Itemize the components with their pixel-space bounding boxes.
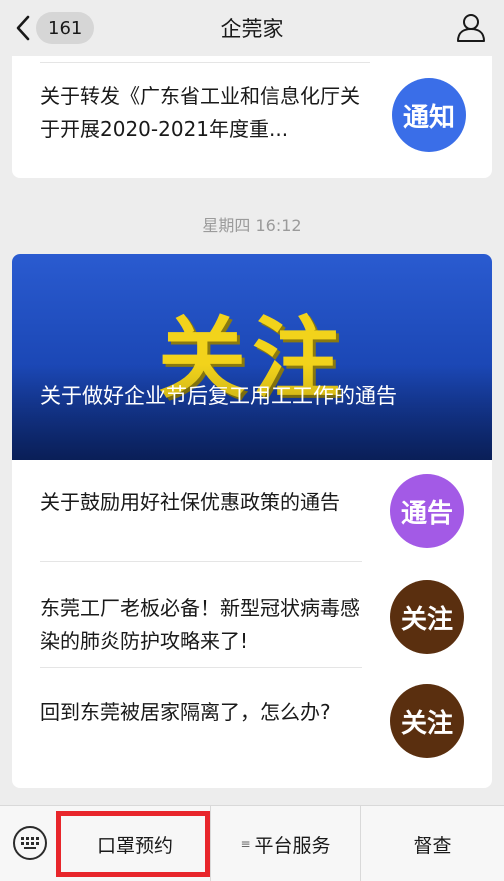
keyboard-toggle-button[interactable] xyxy=(13,826,47,860)
menu-label: 督查 xyxy=(413,834,452,857)
back-button[interactable]: 161 xyxy=(14,12,95,44)
article-title[interactable]: 东莞工厂老板必备！新型冠状病毒感染的肺炎防护攻略来了! xyxy=(40,592,360,658)
list-item[interactable]: 回到东莞被居家隔离了，怎么办? 关注 xyxy=(12,670,492,772)
article-title[interactable]: 回到东莞被居家隔离了，怎么办? xyxy=(40,696,360,729)
article-title[interactable]: 关于鼓励用好社保优惠政策的通告 xyxy=(40,486,360,519)
menu-platform-services[interactable]: ≡ 平台服务 xyxy=(210,806,360,881)
menu-supervision[interactable]: 督查 xyxy=(360,806,504,881)
cover-headline[interactable]: 关于做好企业节后复工用工工作的通告 xyxy=(40,378,480,414)
cover-banner[interactable]: 关注 关于做好企业节后复工用工工作的通告 xyxy=(12,254,492,460)
article-title[interactable]: 关于转发《广东省工业和信息化厅关于开展2020-2021年度重... xyxy=(40,80,362,148)
nav-header: 161 企莞家 xyxy=(0,0,504,56)
keyboard-icon xyxy=(21,837,39,849)
submenu-icon: ≡ xyxy=(240,837,251,851)
page-title: 企莞家 xyxy=(220,17,284,41)
divider xyxy=(40,62,370,63)
article-card-top[interactable]: 关于转发《广东省工业和信息化厅关于开展2020-2021年度重... 通知 xyxy=(12,56,492,178)
tag-circle: 关注 xyxy=(390,580,464,654)
tag-circle-notice: 通知 xyxy=(392,78,466,152)
tag-circle: 关注 xyxy=(390,684,464,758)
tag-circle: 通告 xyxy=(390,474,464,548)
menu-label: 平台服务 xyxy=(254,834,331,857)
message-timestamp: 星期四 16:12 xyxy=(202,216,302,235)
list-item[interactable]: 东莞工厂老板必备！新型冠状病毒感染的肺炎防护攻略来了! 关注 xyxy=(12,566,492,668)
divider xyxy=(40,667,362,668)
highlight-box xyxy=(56,811,210,877)
chevron-left-icon xyxy=(16,15,30,41)
divider xyxy=(40,561,362,562)
unread-count-badge: 161 xyxy=(36,12,95,44)
article-card-main: 关注 关于做好企业节后复工用工工作的通告 关于鼓励用好社保优惠政策的通告 通告 … xyxy=(12,254,492,788)
profile-icon[interactable] xyxy=(456,12,486,42)
list-item[interactable]: 关于鼓励用好社保优惠政策的通告 通告 xyxy=(12,460,492,562)
